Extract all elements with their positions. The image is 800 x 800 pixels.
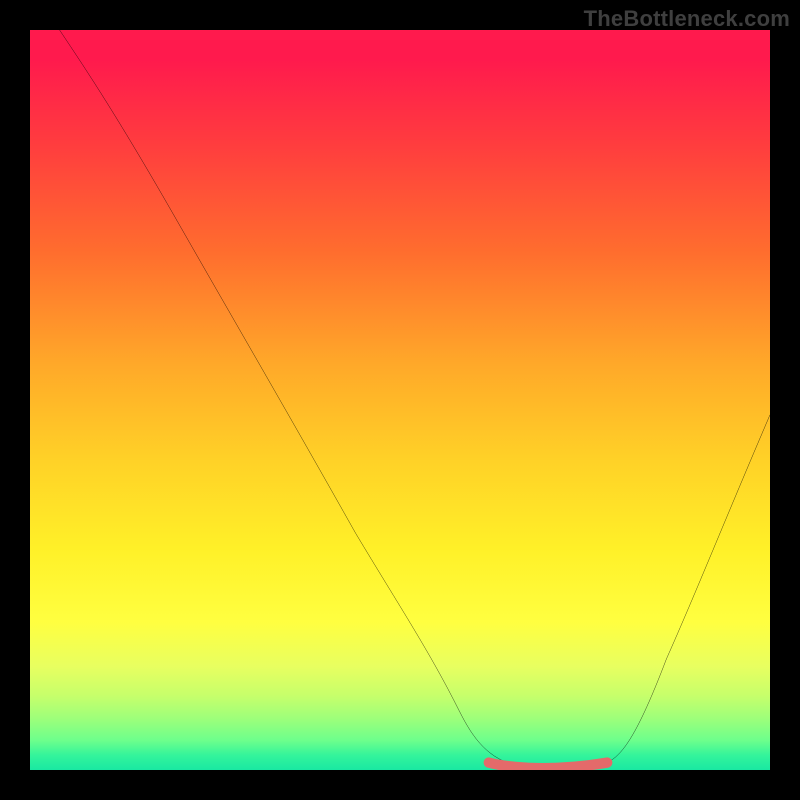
optimal-band: [489, 763, 607, 769]
plot-area: [30, 30, 770, 770]
chart-frame: TheBottleneck.com: [0, 0, 800, 800]
watermark-text: TheBottleneck.com: [584, 6, 790, 32]
bottleneck-curve: [60, 30, 770, 770]
chart-svg: [30, 30, 770, 770]
